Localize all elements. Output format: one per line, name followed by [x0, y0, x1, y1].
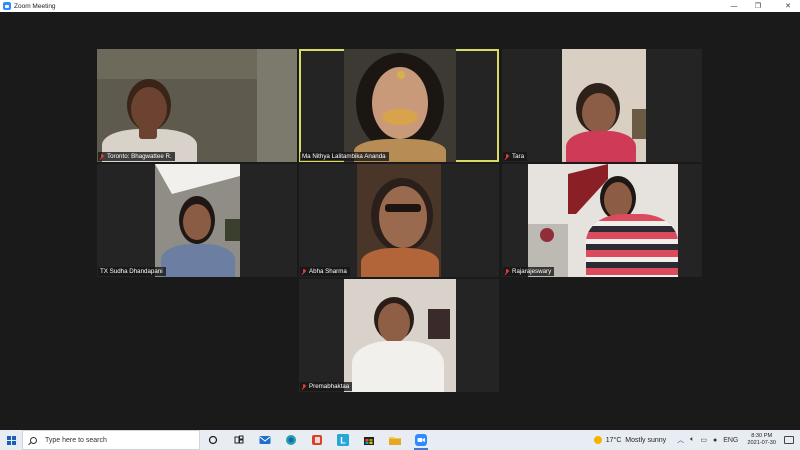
mic-muted-icon	[505, 268, 509, 275]
participant-video	[562, 49, 646, 162]
app-l-icon[interactable]: L	[330, 430, 356, 450]
weather-condition: Mostly sunny	[625, 436, 667, 444]
mic-muted-icon	[100, 153, 104, 160]
mic-muted-icon	[505, 153, 509, 160]
notification-icon[interactable]	[784, 436, 794, 444]
windows-taskbar: Type here to search L 17°C Mostly sunny …	[0, 430, 800, 450]
participant-video	[97, 49, 297, 162]
mail-icon[interactable]	[252, 430, 278, 450]
language-indicator[interactable]: ENG	[723, 437, 738, 444]
zoom-app-icon	[3, 2, 11, 10]
participant-video	[357, 164, 441, 277]
weather-temp: 17°C	[605, 436, 622, 444]
office-icon[interactable]	[304, 430, 330, 450]
restore-button[interactable]: ❐	[746, 0, 770, 12]
task-view-icon[interactable]	[226, 430, 252, 450]
search-icon	[30, 436, 37, 444]
participant-tile[interactable]: Rajarajeswary	[502, 164, 702, 277]
weather-widget[interactable]: 17°C Mostly sunny	[593, 436, 667, 444]
participant-video	[155, 164, 240, 277]
speaker-icon[interactable]: 🔈︎	[690, 436, 694, 444]
app-l-letter: L	[340, 436, 346, 446]
participant-tile-active-speaker[interactable]: Ma Nithya Lalitambika Ananda	[299, 49, 499, 162]
participant-tile[interactable]: Abha Sharma	[299, 164, 499, 277]
chevron-up-icon[interactable]: ︿	[677, 435, 684, 445]
participant-name-label: TX Sudha Dhandapani	[98, 267, 166, 276]
network-icon[interactable]: ▭	[700, 436, 707, 444]
participant-name-label: Toronto: Bhagwattee R.	[98, 152, 175, 161]
mic-muted-icon	[302, 268, 306, 275]
clock-time: 8:30 PM	[751, 433, 773, 439]
window-title: Zoom Meeting	[14, 2, 56, 10]
microphone-icon[interactable]: ●	[713, 437, 717, 444]
windows-logo-icon	[6, 435, 16, 445]
participant-tile[interactable]: Premabhaktaa	[299, 279, 499, 392]
search-placeholder: Type here to search	[45, 436, 107, 444]
meeting-gallery: Toronto: Bhagwattee R. Ma Nithya Lalitam…	[0, 12, 800, 430]
window-title-bar: Zoom Meeting — ❐ ✕	[0, 0, 800, 12]
taskbar-search-box[interactable]: Type here to search	[22, 430, 200, 450]
window-controls: — ❐ ✕	[722, 0, 800, 12]
system-clock[interactable]: 8:30 PM 2021-07-30	[747, 433, 776, 447]
participant-name-label: Abha Sharma	[300, 267, 350, 276]
mic-muted-icon	[302, 383, 306, 390]
cortana-icon[interactable]	[200, 430, 226, 450]
zoom-icon[interactable]	[408, 430, 434, 450]
store-icon[interactable]	[356, 430, 382, 450]
system-tray: 17°C Mostly sunny ︿ 🔈︎ ▭ ● ENG 8:30 PM 2…	[593, 430, 800, 450]
participant-tile[interactable]: TX Sudha Dhandapani	[97, 164, 297, 277]
participant-name-label: Premabhaktaa	[300, 382, 353, 391]
participant-name-label: Ma Nithya Lalitambika Ananda	[300, 152, 389, 161]
clock-date: 2021-07-30	[747, 440, 776, 446]
participant-video	[344, 49, 456, 162]
close-button[interactable]: ✕	[776, 0, 800, 12]
participant-tile[interactable]: Toronto: Bhagwattee R.	[97, 49, 297, 162]
participant-video	[344, 279, 456, 392]
edge-icon[interactable]	[278, 430, 304, 450]
sun-icon	[593, 436, 602, 444]
participant-tile[interactable]: Tara	[502, 49, 702, 162]
participant-name-label: Tara	[503, 152, 528, 161]
participant-video	[528, 164, 678, 277]
start-button[interactable]	[0, 430, 22, 450]
file-explorer-icon[interactable]	[382, 430, 408, 450]
participant-name-label: Rajarajeswary	[503, 267, 555, 276]
minimize-button[interactable]: —	[722, 0, 746, 12]
